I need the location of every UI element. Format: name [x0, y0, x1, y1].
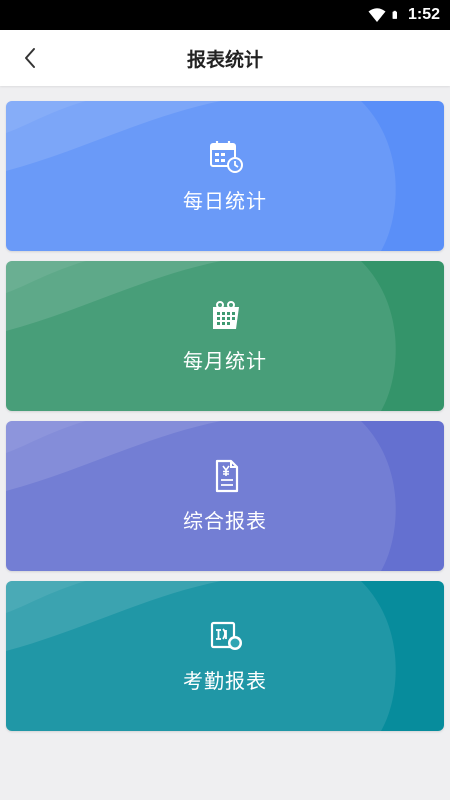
- card-monthly-statistics[interactable]: 每月统计: [6, 261, 444, 411]
- card-label: 每日统计: [183, 189, 267, 213]
- card-comprehensive-report[interactable]: 综合报表: [6, 421, 444, 571]
- card-background: [6, 581, 444, 731]
- card-background: [6, 261, 444, 411]
- status-indicators: 1:52: [368, 0, 440, 30]
- card-background: [6, 421, 444, 571]
- card-attendance-report[interactable]: 考勤报表: [6, 581, 444, 731]
- status-bar: 1:52: [0, 0, 450, 30]
- card-label: 每月统计: [183, 349, 267, 373]
- report-card-list: 每日统计 每月统计 综合报表 考勤报表: [6, 101, 444, 741]
- battery-icon: [392, 10, 397, 19]
- card-label: 综合报表: [183, 509, 267, 533]
- card-background: [6, 101, 444, 251]
- back-button[interactable]: [10, 38, 50, 78]
- card-daily-statistics[interactable]: 每日统计: [6, 101, 444, 251]
- calendar-month-icon: [213, 301, 239, 329]
- attendance-report-icon: [210, 621, 242, 650]
- status-time: 1:52: [407, 6, 440, 23]
- wifi-icon: [368, 8, 386, 22]
- report-document-icon: [215, 459, 239, 493]
- page-title: 报表统计: [186, 48, 263, 71]
- app-bar: 报表统计: [0, 30, 450, 86]
- chevron-left-icon: [25, 48, 35, 68]
- card-label: 考勤报表: [183, 669, 267, 693]
- calendar-clock-icon: [210, 141, 243, 173]
